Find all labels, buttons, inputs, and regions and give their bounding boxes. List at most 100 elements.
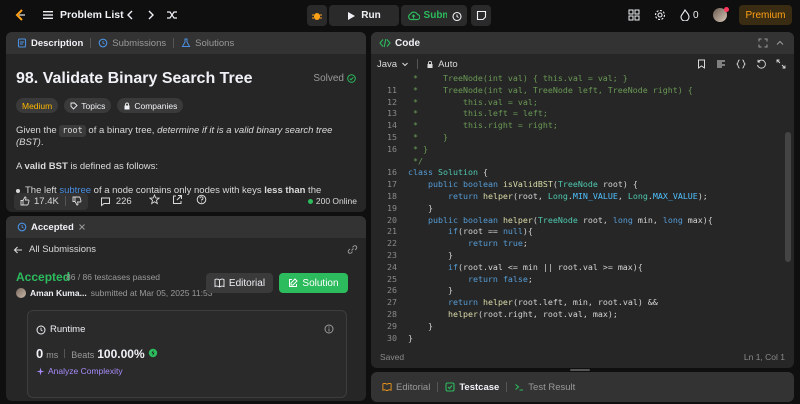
comments-button[interactable]: 226 (100, 196, 132, 207)
chevron-down-icon (402, 62, 408, 67)
favorite-button[interactable] (148, 193, 160, 208)
line-code: * } (408, 132, 448, 142)
bookmark-icon[interactable] (697, 59, 706, 69)
dislike-button[interactable] (66, 196, 88, 206)
topics-chip[interactable]: Topics (64, 98, 112, 113)
tab-solutions[interactable]: Solutions (176, 32, 239, 54)
editor-scrollbar[interactable] (785, 132, 791, 262)
close-icon[interactable] (78, 223, 86, 231)
tab-description[interactable]: Description (12, 32, 88, 54)
line-number: 27 (387, 297, 397, 308)
line-code: return false; (467, 273, 533, 284)
line-code: } (408, 285, 453, 296)
tab-divider (506, 382, 508, 392)
premium-button[interactable]: Premium (739, 5, 792, 25)
solution-button[interactable]: Solution (279, 273, 348, 293)
lock-icon (124, 102, 130, 109)
difficulty-badge[interactable]: Medium (16, 98, 59, 113)
help-button[interactable] (196, 194, 207, 208)
tab-submissions[interactable]: Submissions (93, 32, 171, 54)
tab-accepted[interactable]: Accepted (12, 216, 91, 238)
maximize-icon (758, 38, 768, 48)
line-code: public boolean isValidBST(TreeNode root)… (427, 179, 638, 190)
analyze-complexity-button[interactable]: Analyze Complexity (36, 366, 123, 376)
timer-button[interactable] (447, 5, 467, 26)
info-icon[interactable] (324, 324, 334, 337)
line-code: * TreeNode(int val) { this.val = val; } (408, 73, 628, 83)
tab-editorial[interactable]: Editorial (377, 376, 435, 398)
like-button[interactable]: 17.4K (14, 196, 65, 207)
history-icon (98, 38, 108, 48)
line-code: } (408, 202, 433, 213)
tab-testcase-label: Testcase (459, 381, 500, 393)
settings-button[interactable] (654, 0, 666, 30)
online-count: 200 Online (315, 196, 357, 206)
line-number: 25 (387, 273, 397, 284)
tab-solutions-label: Solutions (195, 37, 235, 49)
line-number: 12 (387, 96, 397, 107)
submitter-name[interactable]: Aman Kuma... (30, 288, 87, 298)
share-button[interactable] (172, 194, 183, 208)
expand-icon[interactable] (776, 59, 786, 69)
problem-list-button[interactable]: Problem List (42, 0, 124, 30)
line-code: } (408, 332, 413, 343)
problem-title: 98. Validate Binary Search Tree (16, 70, 253, 87)
editorial-button[interactable]: Editorial (206, 273, 273, 293)
auto-mode-toggle[interactable]: Auto (426, 59, 458, 70)
cloud-upload-icon (407, 11, 420, 21)
flame-icon (680, 9, 690, 21)
editor-status-bar: Saved Ln 1, Col 1 (371, 348, 794, 366)
maximize-button[interactable] (758, 38, 768, 51)
format-code-icon[interactable] (716, 59, 726, 69)
description-paragraph-1: Given the root of a binary tree, determi… (16, 125, 356, 149)
submitted-time: submitted at Mar 05, 2025 11:53 (90, 288, 213, 298)
language-label: Java (377, 58, 398, 70)
resize-handle[interactable] (570, 369, 590, 371)
chevron-up-icon (776, 40, 784, 45)
line-number: 11 (387, 84, 397, 95)
collapse-button[interactable] (775, 38, 785, 51)
streak-counter[interactable]: 0 (680, 0, 699, 30)
cursor-position: Ln 1, Col 1 (743, 352, 785, 362)
companies-chip[interactable]: Companies (117, 98, 184, 113)
runtime-card[interactable]: Runtime 0 ms Beats 100.00% Analyze Compl… (27, 310, 347, 398)
line-code: return true; (467, 238, 528, 249)
problem-description: Given the root of a binary tree, determi… (16, 125, 356, 197)
line-number: 26 (387, 285, 397, 296)
code-editor-panel: Code Java Auto * TreeNode(int val) { thi… (371, 32, 794, 368)
random-problem-button[interactable] (166, 0, 178, 30)
lock-icon (427, 60, 433, 68)
prev-problem-button[interactable] (125, 0, 135, 30)
bug-icon (312, 12, 322, 20)
braces-icon[interactable] (736, 59, 746, 69)
language-select[interactable]: Java (377, 59, 409, 70)
run-label: Run (361, 10, 381, 21)
auto-label: Auto (438, 58, 458, 70)
reset-icon[interactable] (756, 59, 766, 69)
tab-divider (90, 38, 92, 48)
run-button[interactable]: Run (329, 5, 399, 26)
leetcode-logo-icon[interactable] (13, 8, 27, 22)
notes-button[interactable] (471, 5, 491, 26)
runtime-unit: ms (46, 350, 59, 360)
back-to-submissions[interactable]: All Submissions (13, 244, 96, 255)
online-users: 200 Online (307, 196, 357, 206)
text: . (40, 137, 44, 148)
layout-button[interactable] (628, 0, 640, 30)
line-number: 15 (387, 132, 397, 142)
copy-link-button[interactable] (347, 244, 358, 258)
runtime-label: Runtime (50, 324, 86, 335)
line-number: 20 (387, 214, 397, 225)
strong: valid BST (24, 161, 68, 172)
user-avatar[interactable] (713, 0, 729, 30)
code-editor[interactable]: * TreeNode(int val) { this.val = val; } 1… (371, 72, 781, 354)
tab-testcase[interactable]: Testcase (440, 376, 504, 398)
like-count: 17.4K (34, 195, 59, 207)
debug-button[interactable] (307, 5, 327, 26)
line-number: 17 (387, 179, 397, 190)
tab-test-result[interactable]: Test Result (509, 376, 580, 398)
top-navbar: Problem List Run Submit 0 Premium (0, 0, 800, 30)
line-number: 18 (387, 191, 397, 201)
next-problem-button[interactable] (146, 0, 156, 30)
clock-icon (36, 325, 46, 334)
